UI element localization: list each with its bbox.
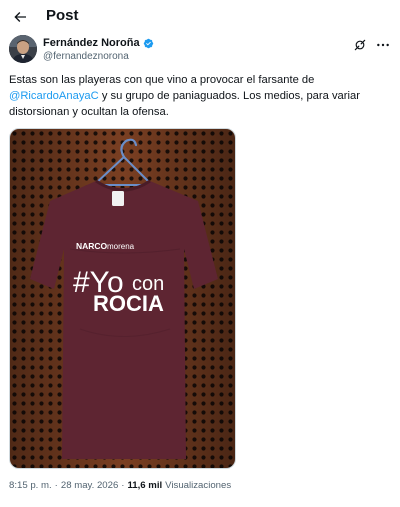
name-row: Fernández Noroña <box>43 37 154 49</box>
page-title: Post <box>46 7 79 24</box>
arrow-left-icon <box>14 12 26 22</box>
back-button[interactable] <box>8 5 32 29</box>
verified-badge-icon <box>143 38 153 48</box>
tweet-time[interactable]: 8:15 p. m. <box>9 480 52 491</box>
views-count[interactable]: 11,6 mil <box>128 480 163 491</box>
more-dots-icon[interactable] <box>375 37 391 53</box>
tweet-date[interactable]: 28 may. 2026 <box>61 480 118 491</box>
shirt-line2: ROCIA <box>93 291 164 316</box>
tweet-text-before: Estas son las playeras con que vino a pr… <box>9 74 315 86</box>
mention-link[interactable]: @RicardoAnayaC <box>9 90 99 102</box>
avatar[interactable] <box>9 35 37 63</box>
user-handle[interactable]: @fernandeznorona <box>43 51 129 62</box>
tweet-text: Estas son las playeras con que vino a pr… <box>9 72 384 120</box>
grok-icon[interactable] <box>353 38 367 52</box>
views-label: Visualizaciones <box>165 480 232 491</box>
post-header: Post <box>0 0 400 34</box>
tweet-author: Fernández Noroña @fernandeznorona <box>9 35 391 65</box>
meta-separator: · <box>54 480 58 491</box>
meta-separator-2: · <box>121 480 125 491</box>
display-name[interactable]: Fernández Noroña <box>43 37 140 49</box>
tweet-media-image[interactable]: NARCO morena #Yo con ROCIA <box>9 128 236 469</box>
shirt-brand-light: morena <box>107 242 135 251</box>
tweet-meta: 8:15 p. m. · 28 may. 2026 · 11,6 mil Vis… <box>9 480 231 491</box>
shirt-brand-bold: NARCO <box>76 241 108 251</box>
